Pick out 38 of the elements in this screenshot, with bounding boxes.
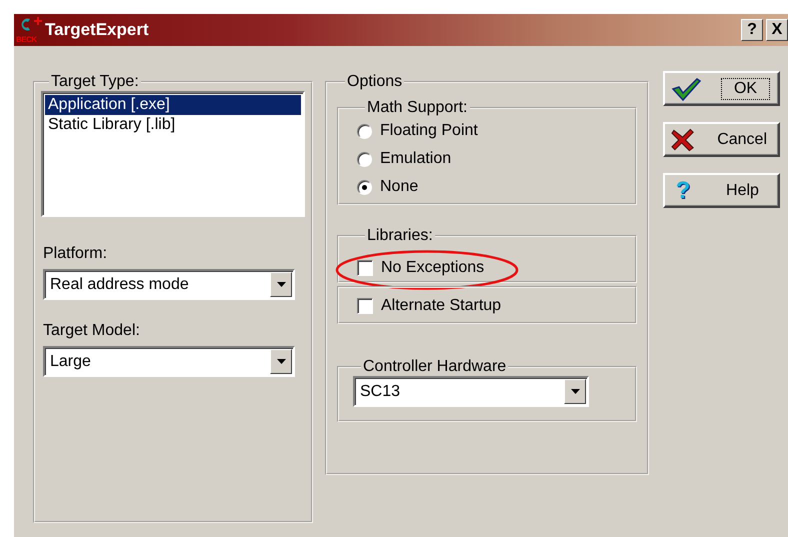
dropdown-button[interactable] [270, 349, 292, 374]
controller-dropdown[interactable]: SC13 [353, 376, 589, 407]
close-icon [671, 128, 694, 152]
dropdown-button[interactable] [564, 379, 586, 404]
caret-icon [570, 389, 580, 394]
caret-icon [276, 282, 286, 287]
group-label: Target Type: [50, 73, 140, 91]
cancel-button[interactable]: Cancel [663, 122, 780, 157]
caret-icon [276, 359, 286, 364]
checkbox[interactable] [357, 260, 373, 276]
close-button[interactable]: X [766, 19, 788, 41]
radio-button[interactable] [357, 124, 372, 138]
logo-text: BECK [16, 35, 37, 44]
checkbox-label: No Exceptions [381, 259, 484, 277]
list-item[interactable]: Application [.exe] [45, 95, 301, 115]
radio-label: Emulation [380, 150, 452, 168]
help-icon: ? [671, 178, 695, 204]
dropdown-button[interactable] [270, 272, 292, 297]
group-label: Controller Hardware [362, 358, 508, 376]
group-label: Libraries: [366, 227, 434, 245]
list-item[interactable]: Static Library [.lib] [45, 115, 301, 135]
group-label: Options [346, 73, 404, 91]
field-label: Target Model: [43, 322, 141, 340]
window-title: TargetExpert [45, 20, 150, 40]
group-label: Math Support: [366, 99, 468, 117]
check-icon [671, 76, 701, 100]
platform-dropdown[interactable]: Real address mode [43, 269, 295, 300]
radio-button[interactable] [357, 180, 372, 194]
radio-button[interactable] [357, 152, 372, 166]
help-button[interactable]: ? Help [663, 173, 780, 208]
checkbox[interactable] [357, 298, 373, 314]
help-button[interactable]: ? [741, 19, 763, 41]
ok-button[interactable]: OK [663, 71, 780, 106]
target-model-dropdown[interactable]: Large [43, 346, 295, 377]
radio-label: Floating Point [380, 122, 478, 140]
checkbox-label: Alternate Startup [381, 297, 502, 315]
radio-label: None [380, 178, 418, 196]
field-label: Platform: [43, 245, 108, 263]
